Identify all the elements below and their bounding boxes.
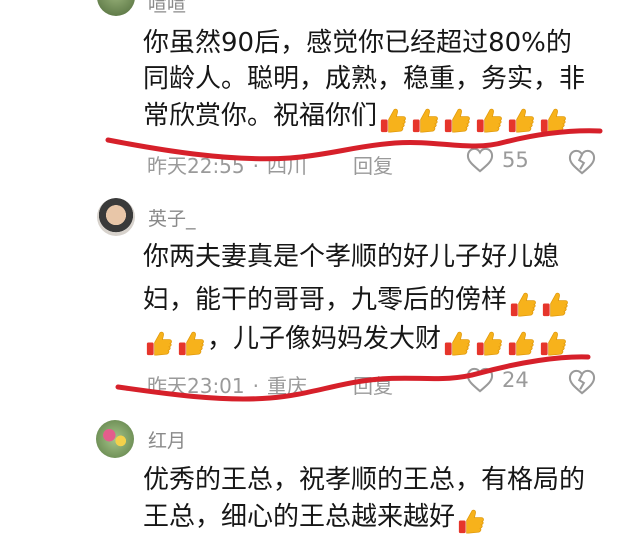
thumbs-up-emoji: [537, 328, 568, 359]
thumbs-up-emoji: [441, 105, 472, 136]
thumbs-up-emoji: [473, 328, 504, 359]
emoji-group: [377, 105, 569, 136]
reply-button[interactable]: 回复: [353, 370, 393, 399]
thumbs-up-emoji: [473, 105, 504, 136]
thumbs-up-emoji: [539, 289, 570, 320]
comment-text-line: 你虽然90后，感觉你已经超过80%的: [143, 28, 572, 58]
comment-text-line: 常欣赏你。祝福你们: [143, 101, 569, 136]
broken-heart-icon[interactable]: [568, 149, 596, 175]
broken-heart-icon[interactable]: [568, 369, 596, 395]
comment-location: 四川: [267, 154, 307, 178]
avatar[interactable]: [96, 420, 134, 458]
comment-text-line: 同龄人。聪明，成熟，稳重，务实，非: [143, 64, 586, 94]
thumbs-up-emoji: [175, 328, 206, 359]
comment-meta: 昨天23:01 · 重庆: [147, 374, 307, 398]
comment-text: 常欣赏你。祝福你们: [143, 101, 378, 131]
like-button[interactable]: 24: [466, 367, 529, 393]
thumbs-up-emoji: [507, 289, 538, 320]
thumbs-up-emoji: [441, 328, 472, 359]
heart-outline-icon: [466, 367, 494, 393]
thumbs-up-emoji: [537, 105, 568, 136]
comment-text: 王总，细心的王总越来越好: [143, 502, 456, 532]
comment-username[interactable]: 红月: [148, 426, 186, 453]
reply-button[interactable]: 回复: [353, 150, 393, 179]
comment-text-line: 优秀的王总，祝孝顺的王总，有格局的: [143, 465, 586, 495]
avatar[interactable]: [97, 0, 135, 16]
like-count: 24: [502, 368, 529, 392]
comment-location: 重庆: [267, 374, 307, 398]
comment-time: 昨天22:55: [147, 154, 245, 178]
comment-text: 妇，能干的哥哥，九零后的傍样: [143, 285, 508, 315]
comment-text-line: 你两夫妻真是个孝顺的好儿子好儿媳: [143, 242, 560, 272]
avatar[interactable]: [97, 198, 135, 236]
like-button[interactable]: 55: [466, 147, 529, 173]
thumbs-up-emoji: [455, 506, 486, 537]
thumbs-up-emoji: [505, 105, 536, 136]
thumbs-up-emoji: [377, 105, 408, 136]
comment-text: ，儿子像妈妈发大财: [207, 324, 442, 354]
comment-text-line: 王总，细心的王总越来越好: [143, 502, 487, 537]
emoji-group: [441, 328, 569, 359]
emoji-group: [507, 289, 571, 320]
comment-meta: 昨天22:55 · 四川: [147, 154, 307, 178]
comment-username[interactable]: 英子_: [148, 204, 196, 231]
emoji-group: [143, 328, 207, 359]
comment-text-line: ，儿子像妈妈发大财: [143, 324, 569, 359]
comment-username[interactable]: 喧喧: [148, 0, 186, 17]
emoji-group: [455, 506, 487, 537]
heart-outline-icon: [466, 147, 494, 173]
comment-time: 昨天23:01: [147, 374, 245, 398]
comment-text-line: 妇，能干的哥哥，九零后的傍样: [143, 285, 571, 320]
thumbs-up-emoji: [505, 328, 536, 359]
thumbs-up-emoji: [143, 328, 174, 359]
like-count: 55: [502, 148, 529, 172]
thumbs-up-emoji: [409, 105, 440, 136]
